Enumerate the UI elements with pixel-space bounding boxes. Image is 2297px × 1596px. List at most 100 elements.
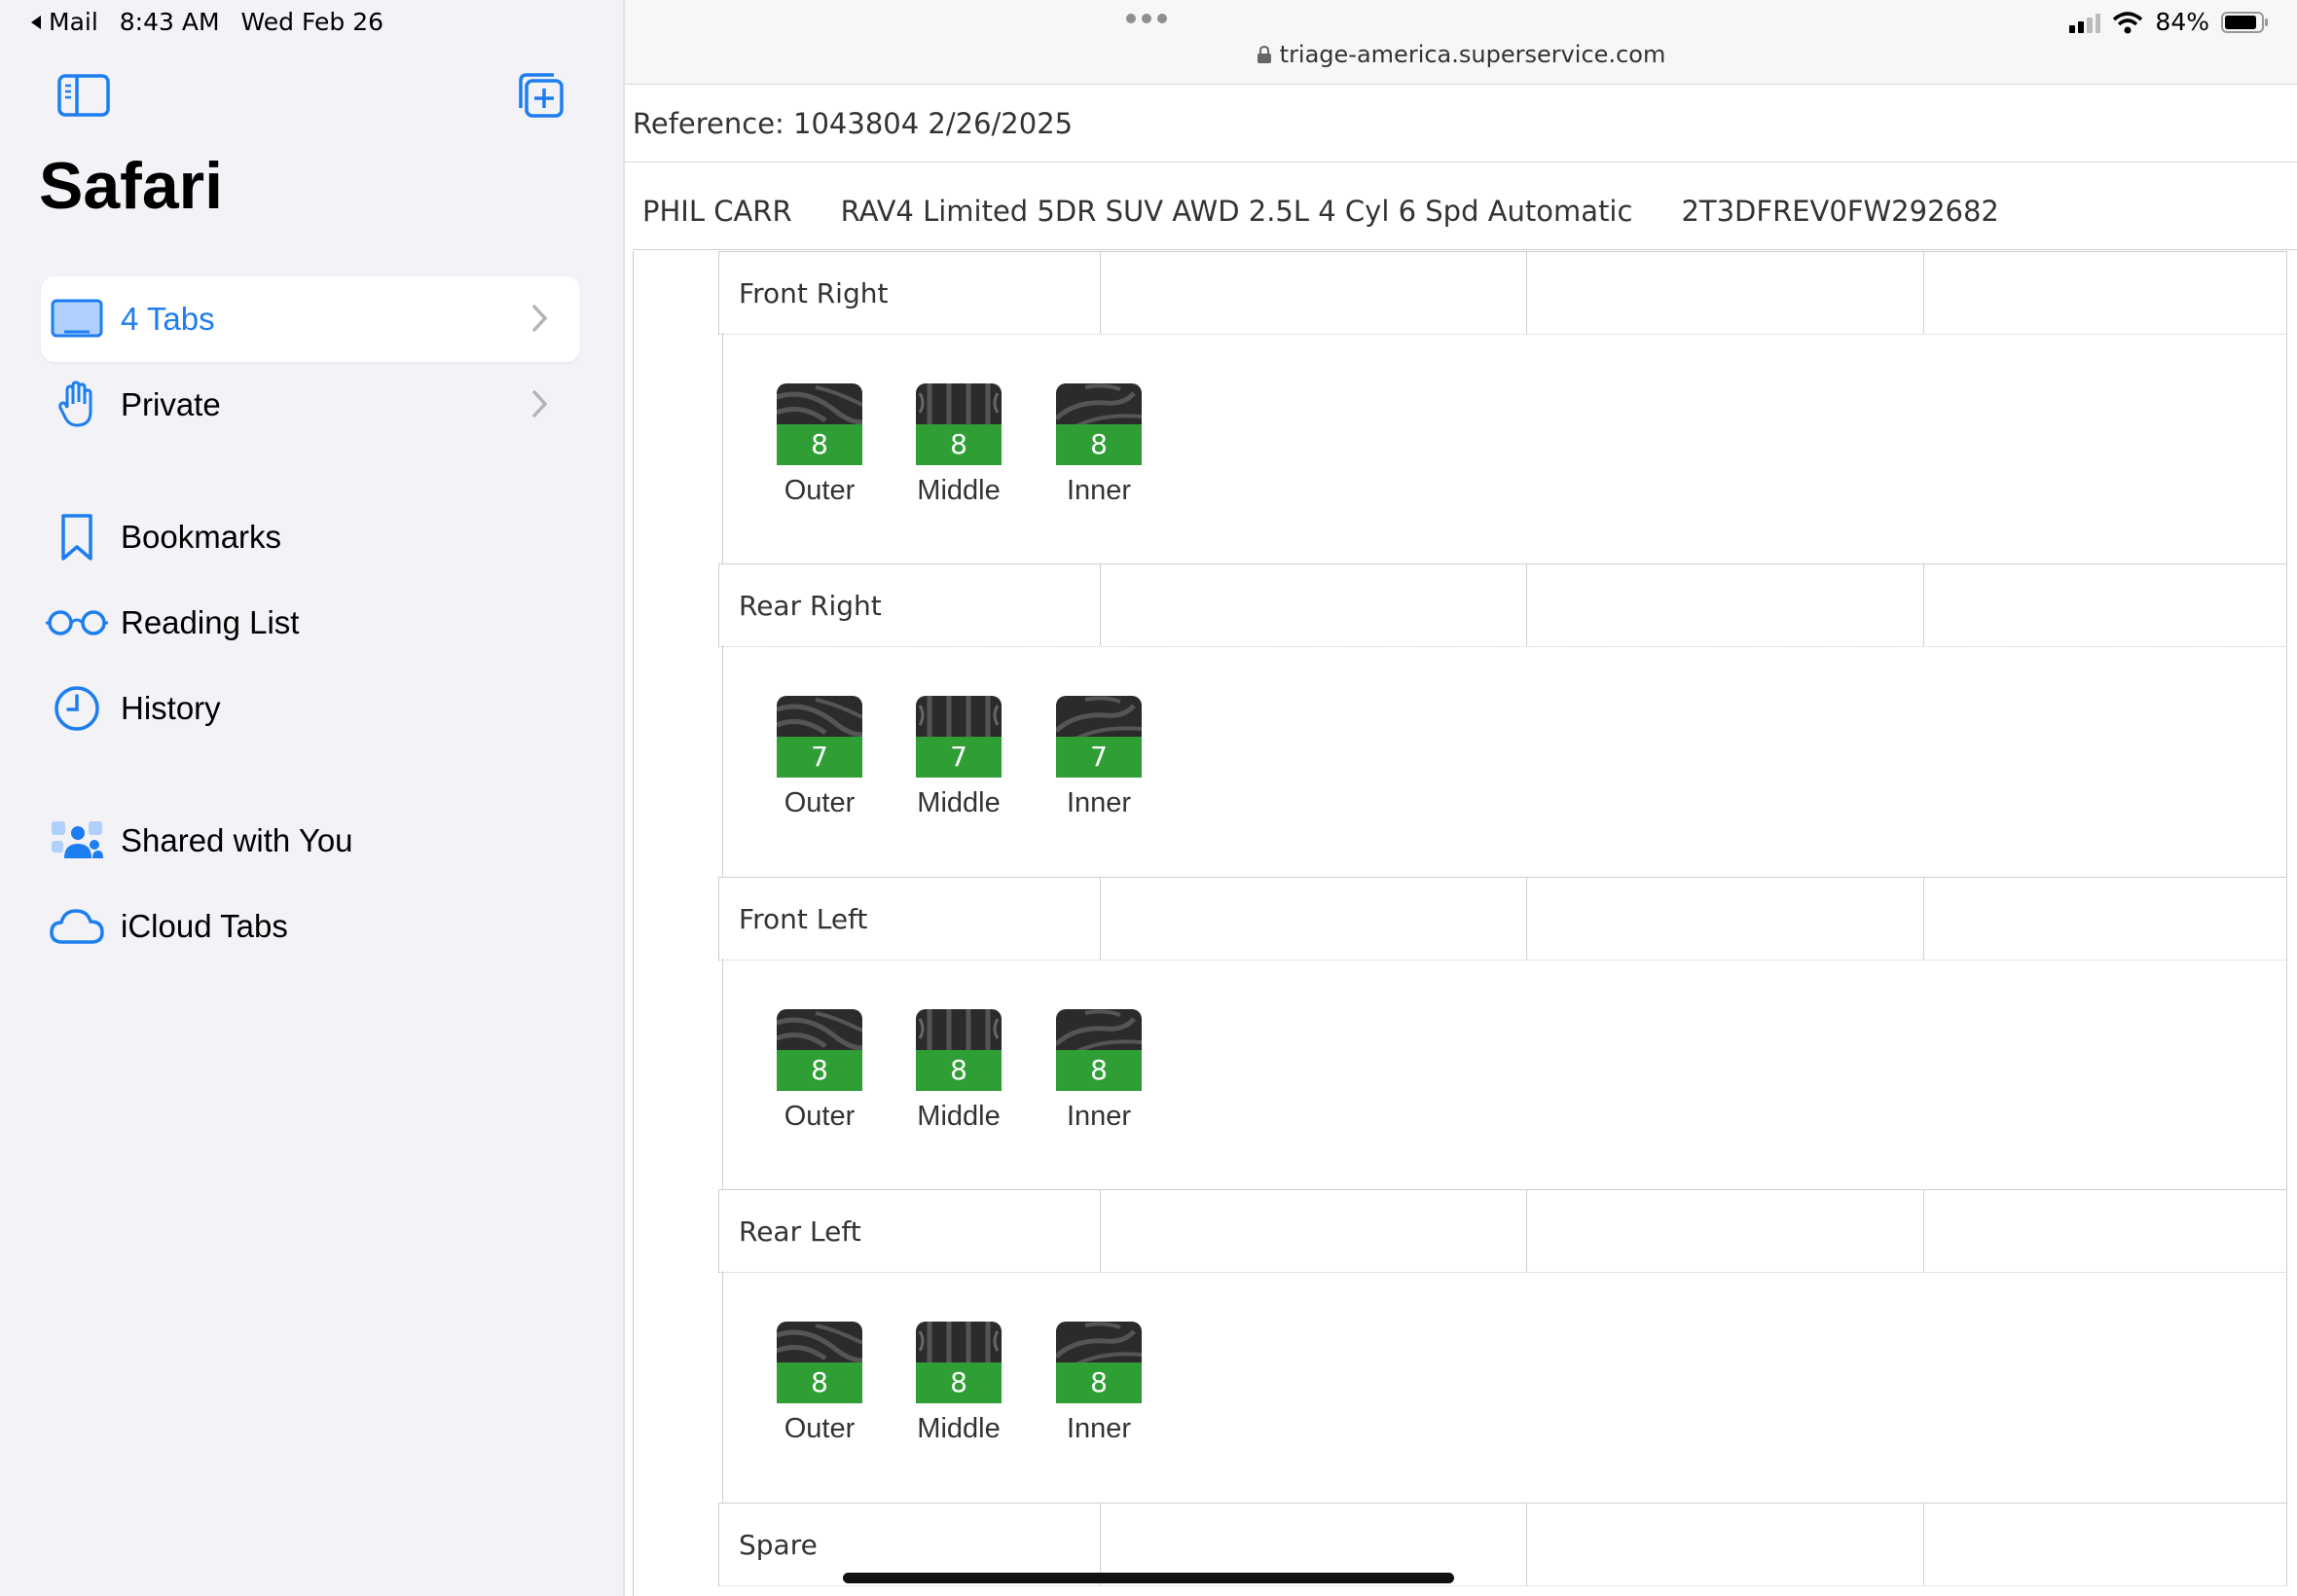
sidebar-item-shared-with-you[interactable]: Shared with You <box>41 798 580 884</box>
browser-content-area: triage-america.superservice.com Referenc… <box>625 0 2297 1596</box>
sidebar-item-label: iCloud Tabs <box>121 908 288 944</box>
reference-text: Reference: 1043804 2/26/2025 <box>633 107 1074 140</box>
tire-tread-icon: 7 <box>1056 696 1142 778</box>
tire-reading[interactable]: 8 Outer <box>777 1009 862 1133</box>
tread-depth-value: 8 <box>777 1050 862 1091</box>
tread-depth-value: 8 <box>916 424 1002 465</box>
tire-inspection-table: Front Right 8 Outer 8 Middle 8 Inner Rear Right… <box>633 251 2297 1596</box>
position-name: Front Left <box>718 878 1100 960</box>
new-tab-group-button[interactable] <box>512 66 570 125</box>
tire-zone-label: Middle <box>917 1413 1001 1444</box>
tire-depth-row: 7 Outer 7 Middle 7 Inner <box>722 645 2287 877</box>
tire-tread-icon: 8 <box>916 1322 1002 1403</box>
tread-depth-value: 7 <box>916 737 1002 778</box>
sidebar-toggle-button[interactable] <box>55 66 113 125</box>
position-name: Rear Right <box>718 564 1100 646</box>
table-cell <box>1923 252 2287 334</box>
table-cell <box>1923 878 2287 960</box>
tire-reading[interactable]: 8 Middle <box>916 1009 1002 1133</box>
tread-depth-value: 8 <box>777 1362 862 1403</box>
tire-reading[interactable]: 8 Middle <box>916 383 1002 507</box>
sidebar-item-bookmarks[interactable]: Bookmarks <box>41 494 580 580</box>
url-field[interactable]: triage-america.superservice.com <box>625 41 2297 68</box>
tire-zone-label: Outer <box>784 475 856 506</box>
tire-reading[interactable]: 8 Outer <box>777 383 862 507</box>
tire-reading[interactable]: 8 Inner <box>1056 1322 1142 1445</box>
address-bar: triage-america.superservice.com <box>625 0 2297 85</box>
tire-zone-label: Outer <box>784 1413 856 1444</box>
sidebar-icon <box>57 74 110 117</box>
tire-zone-label: Inner <box>1066 475 1132 506</box>
tire-reading[interactable]: 8 Outer <box>777 1322 862 1445</box>
multitasking-dots-icon[interactable] <box>1126 14 1167 23</box>
tread-depth-value: 7 <box>777 737 862 778</box>
tire-tread-icon: 7 <box>916 696 1002 778</box>
battery-percent: 84% <box>2155 8 2209 36</box>
sidebar-item-tabs[interactable]: 4 Tabs <box>41 276 580 362</box>
table-cell <box>1526 878 1923 960</box>
sidebar-item-reading-list[interactable]: Reading List <box>41 580 580 666</box>
sidebar-title: Safari <box>39 149 223 223</box>
tread-depth-value: 8 <box>1056 424 1142 465</box>
sidebar-item-label: Private <box>121 386 221 422</box>
tire-depth-row: 8 Outer 8 Middle 8 Inner <box>722 959 2287 1190</box>
clock-icon <box>33 685 121 732</box>
vehicle-info: PHIL CARR RAV4 Limited 5DR SUV AWD 2.5L … <box>642 195 2048 228</box>
tread-depth-value: 7 <box>1056 737 1142 778</box>
divider <box>633 249 2297 250</box>
table-cell <box>1923 564 2287 646</box>
tire-reading[interactable]: 7 Middle <box>916 696 1002 819</box>
cellular-signal-icon <box>2069 13 2101 33</box>
bookmark-icon <box>33 513 121 562</box>
sidebar-item-label: Bookmarks <box>121 519 282 555</box>
tire-tread-icon: 8 <box>916 1009 1002 1091</box>
sidebar-item-history[interactable]: History <box>41 666 580 751</box>
table-cell <box>1923 1190 2287 1272</box>
lock-icon <box>1257 45 1271 63</box>
tabs-icon <box>33 299 121 340</box>
tire-depth-row: 8 Outer 8 Middle 8 Inner <box>722 333 2287 564</box>
sidebar-item-label: Shared with You <box>121 822 353 858</box>
vehicle-description: RAV4 Limited 5DR SUV AWD 2.5L 4 Cyl 6 Sp… <box>840 195 1633 228</box>
position-name: Rear Left <box>718 1190 1100 1272</box>
tire-zone-label: Outer <box>784 1101 856 1132</box>
tire-tread-icon: 8 <box>1056 1322 1142 1403</box>
tread-depth-value: 8 <box>777 424 862 465</box>
tire-tread-icon: 8 <box>777 383 862 465</box>
position-header: Front Left <box>718 877 2287 961</box>
tire-reading[interactable]: 7 Inner <box>1056 696 1142 819</box>
tread-depth-value: 8 <box>916 1050 1002 1091</box>
status-date: Wed Feb 26 <box>240 8 384 36</box>
sidebar-item-icloud-tabs[interactable]: iCloud Tabs <box>41 884 580 969</box>
position-name: Front Right <box>718 252 1100 334</box>
back-app-label: Mail <box>49 8 98 36</box>
tire-reading[interactable]: 7 Outer <box>777 696 862 819</box>
table-cell <box>1100 878 1526 960</box>
new-tab-group-icon <box>519 73 564 118</box>
wifi-icon <box>2113 11 2143 33</box>
status-time: 8:43 AM <box>119 8 220 36</box>
sidebar-item-private[interactable]: Private <box>41 362 580 448</box>
table-cell <box>1100 1190 1526 1272</box>
tire-reading[interactable]: 8 Inner <box>1056 1009 1142 1133</box>
table-cell <box>1526 564 1923 646</box>
tire-reading[interactable]: 8 Inner <box>1056 383 1142 507</box>
tire-reading[interactable]: 8 Middle <box>916 1322 1002 1445</box>
tire-zone-label: Inner <box>1066 787 1132 818</box>
home-indicator[interactable] <box>843 1573 1454 1583</box>
position-header: Rear Right <box>718 563 2287 647</box>
tire-zone-label: Inner <box>1066 1413 1132 1444</box>
table-cell <box>1526 1190 1923 1272</box>
tread-depth-value: 8 <box>1056 1362 1142 1403</box>
chevron-right-icon <box>532 305 548 332</box>
tread-depth-value: 8 <box>916 1362 1002 1403</box>
table-cell <box>1526 1504 1923 1585</box>
tire-tread-icon: 7 <box>777 696 862 778</box>
safari-sidebar: Safari 4 Tabs Private Bookmarks Reading … <box>0 0 625 1596</box>
table-cell <box>1526 252 1923 334</box>
chevron-right-icon <box>532 390 548 417</box>
divider <box>625 162 2297 163</box>
table-cell <box>1923 1504 2287 1585</box>
position-header: Front Right <box>718 251 2287 335</box>
back-to-mail-link[interactable]: Mail <box>29 8 98 36</box>
